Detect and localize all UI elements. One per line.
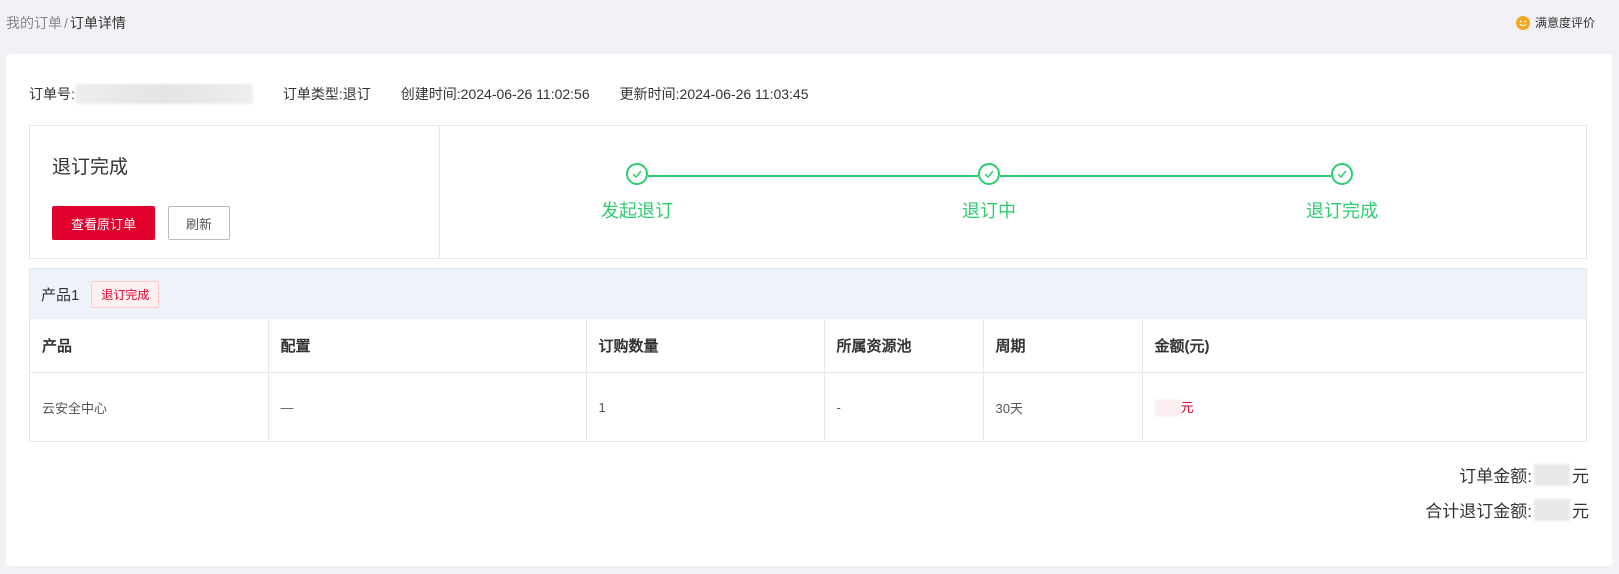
step-2-check-icon (978, 163, 1000, 185)
refund-total-summary: 合计退订金额: 元 (1425, 497, 1589, 522)
amount-redacted (1154, 399, 1181, 418)
step-connector-2 (1000, 175, 1331, 177)
order-amount-summary: 订单金额: 元 (1459, 462, 1589, 487)
progress-steps: 发起退订 退订中 退订完成 (440, 126, 1586, 258)
step-3-label: 退订完成 (1306, 201, 1378, 221)
step-1-label: 发起退订 (601, 201, 673, 221)
order-detail-card: 订单号: 订单类型: 退订 创建时间: 2024-06-26 11:02:56 … (6, 54, 1612, 566)
step-2-label: 退订中 (962, 201, 1016, 221)
product-table: 产品 配置 订购数量 所属资源池 周期 金额(元) 云安全中心 — 1 - 30… (30, 319, 1586, 441)
status-title: 退订完成 (52, 157, 129, 178)
status-summary: 退订完成 查看原订单 刷新 (30, 126, 440, 258)
cell-resource-pool: - (824, 372, 984, 441)
order-type-value: 退订 (342, 86, 371, 102)
cell-amount: 元 (1142, 373, 1586, 442)
top-bar: 我的订单 / 订单详情 满意度评价 (0, 0, 1619, 46)
smile-icon (1515, 15, 1530, 30)
view-original-order-button[interactable]: 查看原订单 (52, 206, 155, 240)
amount-unit: 元 (1180, 399, 1194, 415)
refund-total-unit: 元 (1572, 502, 1589, 521)
order-number-label: 订单号: (29, 86, 75, 102)
order-number-redacted (74, 84, 253, 104)
step-3-check-icon (1331, 163, 1353, 185)
status-panel: 退订完成 查看原订单 刷新 发起退订 退订中 退订完成 (29, 125, 1587, 259)
column-header-config: 配置 (268, 319, 587, 373)
order-meta: 订单号: 订单类型: 退订 创建时间: 2024-06-26 11:02:56 … (29, 84, 839, 104)
step-1-check-icon (626, 163, 648, 185)
order-number: 订单号: (29, 84, 253, 104)
order-amount-redacted (1534, 463, 1570, 486)
product-header: 产品1 退订完成 (30, 269, 1586, 319)
feedback-label: 满意度评价 (1534, 16, 1595, 30)
product-block: 产品1 退订完成 产品 配置 订购数量 所属资源池 周期 金额(元) 云安全中心 (29, 268, 1587, 442)
refresh-button[interactable]: 刷新 (168, 206, 230, 240)
order-type: 订单类型: 退订 (283, 84, 371, 104)
order-amount-label: 订单金额: (1459, 467, 1532, 486)
breadcrumb-separator: / (64, 15, 68, 31)
breadcrumb-current: 订单详情 (69, 15, 126, 31)
cell-product: 云安全中心 (30, 372, 269, 441)
created-time: 创建时间: 2024-06-26 11:02:56 (401, 84, 590, 104)
cell-period: 30天 (983, 372, 1143, 441)
breadcrumb: 我的订单 / 订单详情 (6, 13, 126, 33)
refund-total-redacted (1534, 498, 1570, 521)
order-amount-unit: 元 (1572, 467, 1589, 486)
step-connector-1 (648, 175, 978, 177)
column-header-resource-pool: 所属资源池 (824, 319, 984, 373)
cell-config: — (268, 372, 587, 441)
updated-time-value: 2024-06-26 11:03:45 (679, 86, 809, 102)
updated-time-label: 更新时间: (619, 86, 680, 102)
satisfaction-feedback-link[interactable]: 满意度评价 (1515, 14, 1595, 31)
cell-quantity: 1 (586, 372, 825, 441)
column-header-amount: 金额(元) (1142, 319, 1586, 373)
column-header-quantity: 订购数量 (586, 319, 825, 373)
status-badge: 退订完成 (91, 280, 160, 308)
table-header-row: 产品 配置 订购数量 所属资源池 周期 金额(元) (30, 319, 1586, 373)
order-type-label: 订单类型: (282, 86, 343, 102)
table-row: 云安全中心 — 1 - 30天 元 (30, 372, 1586, 442)
updated-time: 更新时间: 2024-06-26 11:03:45 (620, 84, 809, 104)
refund-total-label: 合计退订金额: (1425, 502, 1532, 521)
column-header-product: 产品 (30, 319, 269, 373)
product-name: 产品1 (41, 286, 80, 304)
column-header-period: 周期 (983, 319, 1143, 373)
breadcrumb-my-orders[interactable]: 我的订单 (6, 15, 62, 31)
created-time-value: 2024-06-26 11:02:56 (460, 86, 590, 102)
created-time-label: 创建时间: (400, 86, 461, 102)
